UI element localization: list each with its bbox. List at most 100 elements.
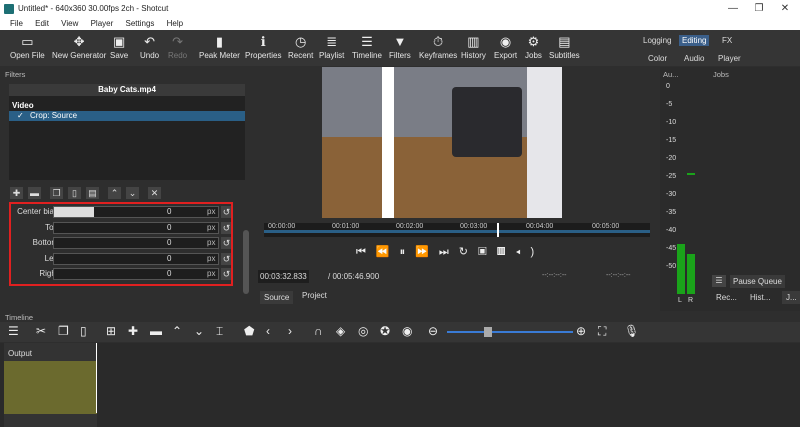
redo-button[interactable]: ↷ Redo (168, 33, 187, 60)
timeline-clip[interactable] (4, 361, 97, 414)
paste-filter-button[interactable]: ▯ (68, 187, 81, 199)
timeline-header: Timeline (0, 312, 800, 322)
paste-icon[interactable]: ▯ (80, 324, 87, 338)
timeline-playhead[interactable] (96, 343, 97, 413)
next-marker-icon[interactable]: › (288, 324, 292, 338)
meter-scale: 0 (666, 83, 670, 90)
menu-player[interactable]: Player (91, 18, 114, 30)
export-button[interactable]: ◉ Export (494, 33, 517, 60)
menu-edit[interactable]: Edit (35, 18, 49, 30)
layout-color[interactable]: Color (648, 54, 667, 63)
layout-editing[interactable]: Editing (679, 35, 710, 46)
lift-icon[interactable]: ⌃ (172, 324, 182, 338)
overwrite-icon[interactable]: ⌄ (194, 324, 204, 338)
tab-recent[interactable]: Rec... (712, 291, 741, 304)
rewind-icon[interactable]: ⏪ (376, 246, 400, 258)
menu-settings[interactable]: Settings (126, 18, 155, 30)
track-name: Output (8, 349, 33, 358)
maximize-button[interactable]: ❐ (746, 1, 772, 17)
filters-scrollbar[interactable] (243, 230, 249, 294)
zoom-slider-handle[interactable] (484, 327, 492, 337)
copy-filter-button[interactable]: ❐ (50, 187, 63, 199)
filter-item-label: Crop: Source (29, 111, 78, 120)
layout-player[interactable]: Player (718, 54, 741, 63)
skip-end-icon[interactable]: ⏭ (439, 246, 459, 258)
timeline-menu-icon[interactable]: ☰ (8, 324, 19, 338)
layout-fx[interactable]: FX (722, 36, 732, 45)
zoom-out-icon[interactable]: ⊖ (428, 324, 438, 338)
meter-bar-right (687, 254, 695, 294)
in-point: --:--:--:-- (542, 272, 567, 279)
undo-button[interactable]: ↶ Undo (140, 33, 159, 60)
zoom-in-icon[interactable]: ⊕ (576, 324, 586, 338)
fast-forward-icon[interactable]: ⏩ (415, 246, 439, 258)
append-icon[interactable]: ⊞ (106, 324, 116, 338)
meter-scale: -15 (666, 137, 677, 144)
history-button[interactable]: ▥ History (461, 33, 486, 60)
loop-icon[interactable]: ↻ (459, 246, 478, 258)
current-position[interactable]: 00:03:32.833 (258, 270, 309, 283)
remove-icon[interactable]: ▬ (150, 324, 162, 338)
playhead[interactable] (497, 223, 499, 237)
scrub-icon[interactable]: ◈ (336, 324, 345, 338)
highlight-box (9, 202, 233, 286)
tab-history[interactable]: Hist... (746, 291, 774, 304)
prev-marker-icon[interactable]: ‹ (266, 324, 270, 338)
jobs-menu-icon[interactable]: ☰ (712, 275, 726, 287)
save-preset-button[interactable]: ▤ (86, 187, 99, 199)
pause-queue-button[interactable]: Pause Queue (730, 275, 785, 288)
move-up-button[interactable]: ⌃ (108, 187, 121, 199)
tab-jobs[interactable]: J... (782, 291, 800, 304)
zoom-slider[interactable] (447, 331, 573, 333)
cut-icon[interactable]: ✂ (36, 324, 46, 338)
close-button[interactable]: ✕ (772, 1, 798, 17)
zoom-icon[interactable]: ▣ (478, 246, 497, 258)
recent-button[interactable]: ◷ Recent (288, 33, 313, 60)
new-generator-button[interactable]: ✥ New Generator (52, 33, 106, 60)
ripple-all-icon[interactable]: ✪ (380, 324, 390, 338)
pause-icon[interactable]: ⏸ (400, 246, 416, 258)
filters-header: Filters (5, 70, 26, 79)
tab-source[interactable]: Source (260, 291, 294, 304)
time-ruler[interactable]: 00:00:00 00:01:00 00:02:00 00:03:00 00:0… (264, 223, 650, 237)
insert-icon[interactable]: ✚ (128, 324, 138, 338)
volume-icon[interactable]: ◂) (516, 246, 545, 258)
peak-meter-button[interactable]: ▮ Peak Meter (199, 33, 240, 60)
grid-icon[interactable]: ▦ (497, 246, 516, 258)
subtitles-button[interactable]: ▤ Subtitles (549, 33, 580, 60)
copy-icon[interactable]: ❐ (58, 324, 69, 338)
playlist-icon: ≣ (326, 34, 338, 49)
split-icon[interactable]: ⌶ (216, 324, 223, 339)
properties-button[interactable]: ℹ Properties (245, 33, 281, 60)
layout-audio[interactable]: Audio (684, 54, 704, 63)
ripple-icon[interactable]: ◎ (358, 324, 368, 338)
save-button[interactable]: ▣ Save (110, 33, 128, 60)
snap-icon[interactable]: ∩ (314, 324, 323, 338)
timeline-button[interactable]: ☰ Timeline (352, 33, 382, 60)
meter-scale: -50 (666, 263, 677, 270)
menu-file[interactable]: File (10, 18, 23, 30)
jobs-button[interactable]: ⚙ Jobs (525, 33, 542, 60)
menu-help[interactable]: Help (167, 18, 183, 30)
skip-start-icon[interactable]: ⏮ (356, 246, 376, 258)
tab-project[interactable]: Project (298, 289, 331, 302)
app-icon (4, 4, 14, 14)
filter-item-crop-source[interactable]: ✓ Crop: Source (9, 111, 245, 121)
filters-button[interactable]: ▼ Filters (389, 33, 411, 60)
layout-logging[interactable]: Logging (643, 36, 671, 45)
menu-view[interactable]: View (61, 18, 78, 30)
add-filter-button[interactable]: ✚ (10, 187, 23, 199)
remove-filter-button[interactable]: ▬ (28, 187, 41, 199)
open-file-button[interactable]: ▭ Open File (10, 33, 45, 60)
marker-icon[interactable]: ⬟ (244, 324, 254, 338)
filter-checkbox[interactable]: ✓ (17, 111, 24, 120)
deselect-button[interactable]: ✕ (148, 187, 161, 199)
record-audio-icon[interactable]: 🎙 (624, 324, 639, 338)
minimize-button[interactable]: — (720, 1, 746, 17)
audio-meter-panel: Au... 0 -5 -10 -15 -20 -25 -30 -35 -40 -… (660, 67, 710, 311)
keyframes-button[interactable]: ⏱ Keyframes (419, 33, 457, 60)
move-down-button[interactable]: ⌄ (126, 187, 139, 199)
zoom-fit-icon[interactable]: ⛶ (598, 324, 606, 339)
playlist-button[interactable]: ≣ Playlist (319, 33, 344, 60)
ripple-markers-icon[interactable]: ◉ (402, 324, 412, 338)
